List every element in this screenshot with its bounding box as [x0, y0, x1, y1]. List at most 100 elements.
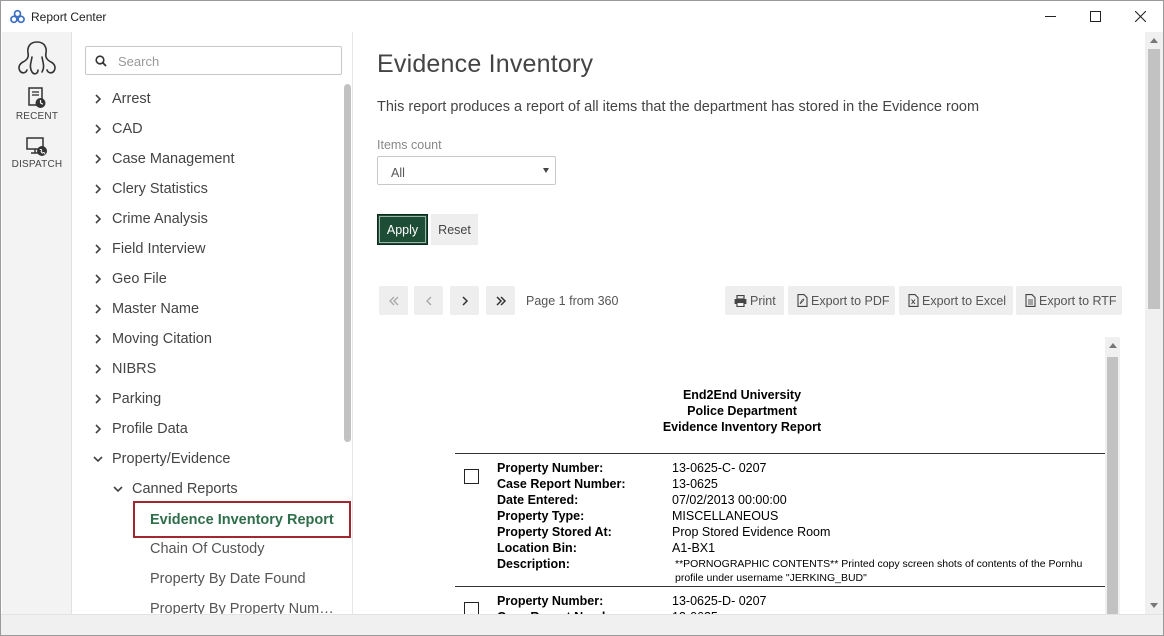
- record-description-line-2: profile under username "JERKING_BUD": [675, 572, 867, 584]
- export-pdf-button[interactable]: Export to PDF: [788, 286, 895, 315]
- minimize-button[interactable]: [1028, 1, 1073, 32]
- print-button[interactable]: Print: [725, 286, 784, 315]
- reset-button[interactable]: Reset: [431, 214, 478, 245]
- field-label-property-type: Property Type:: [497, 509, 585, 523]
- chevron-right-icon: [95, 334, 102, 344]
- close-button[interactable]: [1118, 1, 1163, 32]
- tree-node-geo-file[interactable]: Geo File: [93, 268, 167, 290]
- last-page-button[interactable]: [486, 286, 515, 315]
- export-rtf-button[interactable]: Export to RTF: [1016, 286, 1122, 315]
- dispatch-icon: [26, 137, 47, 156]
- tree-node-crime-analysis[interactable]: Crime Analysis: [93, 208, 208, 230]
- icon-rail: RECENT DISPATCH: [2, 32, 72, 614]
- items-count-select[interactable]: All: [377, 156, 556, 185]
- scroll-down-arrow-icon[interactable]: [1150, 603, 1158, 608]
- print-label: Print: [750, 293, 776, 308]
- tree-leaf-label: Property By Date Found: [150, 571, 306, 587]
- tree-node-label: Moving Citation: [112, 331, 212, 347]
- tree-node-label: Profile Data: [112, 421, 188, 437]
- rail-dispatch[interactable]: DISPATCH: [2, 137, 72, 170]
- file-excel-icon: [908, 294, 919, 307]
- field-label-stored-at: Property Stored At:: [497, 525, 612, 539]
- octopus-logo-icon[interactable]: [16, 40, 58, 76]
- apply-button[interactable]: Apply: [377, 214, 428, 245]
- tree-leaf-label: Evidence Inventory Report: [150, 511, 334, 528]
- tree-node-master-name[interactable]: Master Name: [93, 298, 199, 320]
- chevron-down-icon: [113, 486, 123, 493]
- record-checkbox[interactable]: [464, 602, 479, 614]
- report-divider: [455, 453, 1107, 454]
- tree-node-arrest[interactable]: Arrest: [93, 88, 151, 110]
- search-input[interactable]: [118, 52, 333, 70]
- tree-node-label: Canned Reports: [132, 481, 238, 497]
- maximize-icon: [1090, 11, 1101, 22]
- chevron-right-icon: [461, 295, 468, 306]
- field-label-property-number: Property Number:: [497, 461, 604, 475]
- app-logo-icon: [10, 9, 25, 24]
- chevron-right-icon: [95, 274, 102, 284]
- tree-node-label: CAD: [112, 121, 143, 137]
- chevron-left-icon: [425, 296, 431, 305]
- first-page-button[interactable]: [379, 286, 408, 315]
- tree-node-label: Master Name: [112, 301, 200, 317]
- items-count-label: Items count: [377, 138, 442, 152]
- file-pdf-icon: [797, 294, 808, 307]
- tree-leaf-property-by-property-number[interactable]: Property By Property Num…: [150, 598, 334, 614]
- tree-node-moving-citation[interactable]: Moving Citation: [93, 328, 212, 350]
- maximize-button[interactable]: [1073, 1, 1118, 32]
- tree-node-label: NIBRS: [112, 361, 157, 377]
- rail-recent[interactable]: RECENT: [2, 87, 72, 122]
- tree-node-canned-reports[interactable]: Canned Reports: [113, 478, 238, 500]
- record-property-number: 13-0625-D- 0207: [672, 594, 767, 608]
- field-label-description: Description:: [497, 557, 570, 571]
- tree-node-property-evidence[interactable]: Property/Evidence: [93, 448, 230, 470]
- record-description-line-1: **PORNOGRAPHIC CONTENTS** Printed copy s…: [675, 558, 1083, 570]
- tree-node-clery-statistics[interactable]: Clery Statistics: [93, 178, 208, 200]
- report-institution: End2End University: [682, 388, 802, 402]
- export-excel-button[interactable]: Export to Excel: [899, 286, 1013, 315]
- tree-leaf-chain-of-custody[interactable]: Chain Of Custody: [150, 538, 264, 560]
- tree-node-cad[interactable]: CAD: [93, 118, 143, 140]
- chevron-right-icon: [95, 304, 102, 314]
- tree-leaf-evidence-inventory-report[interactable]: Evidence Inventory Report: [133, 501, 351, 538]
- double-chevron-left-icon: [388, 296, 398, 305]
- report-divider: [455, 586, 1107, 587]
- tree-node-field-interview[interactable]: Field Interview: [93, 238, 205, 260]
- search-icon: [95, 55, 107, 67]
- export-excel-label: Export to Excel: [922, 293, 1007, 308]
- main-scrollbar[interactable]: [1145, 32, 1163, 614]
- page-indicator: Page 1 from 360: [526, 294, 619, 308]
- field-label-case-report-number: Case Report Number:: [497, 477, 626, 491]
- caret-down-icon: [543, 168, 549, 173]
- scroll-up-arrow-icon[interactable]: [1109, 343, 1117, 348]
- tree-node-case-management[interactable]: Case Management: [93, 148, 235, 170]
- scrollbar-thumb[interactable]: [1148, 49, 1160, 309]
- tree-node-profile-data[interactable]: Profile Data: [93, 418, 188, 440]
- tree-leaf-property-by-date-found[interactable]: Property By Date Found: [150, 568, 306, 590]
- tree-node-label: Geo File: [112, 271, 167, 287]
- field-label-location-bin: Location Bin:: [497, 541, 577, 555]
- report-main-panel: Evidence Inventory This report produces …: [354, 32, 1145, 614]
- field-label-property-number: Property Number:: [497, 594, 604, 608]
- report-viewer-scrollbar[interactable]: [1105, 337, 1120, 614]
- next-page-button[interactable]: [450, 286, 479, 315]
- window-title: Report Center: [31, 10, 107, 24]
- recent-icon: [28, 87, 46, 108]
- scrollbar-thumb[interactable]: [1107, 357, 1118, 614]
- scroll-up-arrow-icon[interactable]: [1150, 38, 1158, 43]
- rail-recent-label: RECENT: [15, 111, 59, 122]
- record-property-type: MISCELLANEOUS: [672, 509, 779, 523]
- record-checkbox[interactable]: [464, 469, 479, 484]
- previous-page-button[interactable]: [414, 286, 443, 315]
- tree-scrollbar[interactable]: [344, 84, 351, 442]
- tree-node-nibrs[interactable]: NIBRS: [93, 358, 156, 380]
- report-title: Evidence Inventory Report: [662, 420, 822, 434]
- tree-node-label: Case Management: [112, 151, 235, 167]
- search-box[interactable]: [85, 46, 342, 75]
- tree-node-parking[interactable]: Parking: [93, 388, 161, 410]
- report-department: Police Department: [687, 404, 797, 418]
- tree-node-label: Clery Statistics: [112, 181, 208, 197]
- page-title: Evidence Inventory: [377, 50, 594, 78]
- file-text-icon: [1025, 294, 1036, 307]
- chevron-right-icon: [95, 124, 102, 134]
